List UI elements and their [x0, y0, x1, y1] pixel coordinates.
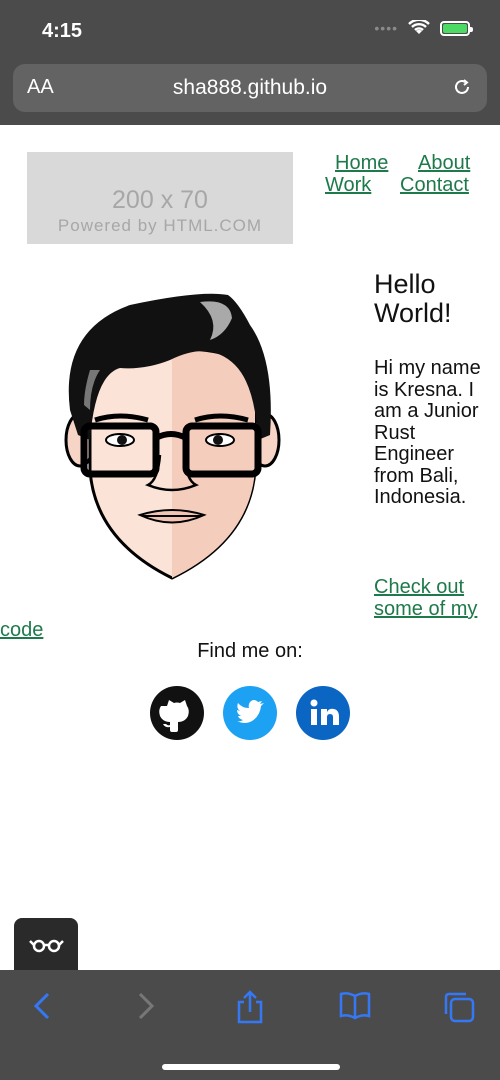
wifi-icon: [408, 20, 430, 34]
url-text[interactable]: sha888.github.io: [13, 76, 487, 100]
tabs-icon[interactable]: [442, 990, 476, 1024]
twitter-icon: [223, 686, 277, 740]
reader-mode-button[interactable]: [14, 918, 78, 970]
check-out-link-line-3[interactable]: code: [0, 619, 43, 641]
back-icon[interactable]: [30, 990, 54, 1022]
glasses-icon: [29, 939, 64, 953]
home-indicator: [162, 1064, 340, 1070]
bio-text: Hi my name is Kresna. I am a Junior Rust…: [374, 357, 481, 508]
nav-contact-link[interactable]: Contact: [400, 174, 469, 197]
battery-icon: [440, 20, 473, 36]
hello-line-2: World!: [374, 298, 452, 328]
banner-dimensions: 200 x 70: [112, 186, 208, 214]
linkedin-link[interactable]: [296, 686, 350, 740]
avatar-illustration: [64, 293, 281, 580]
forward-icon[interactable]: [134, 990, 158, 1022]
banner-powered-by: Powered by HTML.COM: [57, 216, 263, 235]
github-link[interactable]: [150, 686, 204, 740]
status-indicators: ••••: [374, 20, 473, 36]
bookmarks-icon[interactable]: [338, 990, 372, 1020]
address-bar[interactable]: AA sha888.github.io: [13, 64, 487, 112]
find-me-label: Find me on:: [197, 640, 303, 662]
check-out-link-line-1[interactable]: Check out: [374, 576, 464, 598]
github-icon: [150, 686, 204, 740]
twitter-link[interactable]: [223, 686, 277, 740]
hello-heading: Hello World!: [374, 270, 452, 328]
nav-home-link[interactable]: Home: [335, 152, 388, 175]
signal-icon: ••••: [374, 20, 398, 36]
nav-work-link[interactable]: Work: [325, 174, 371, 197]
nav-about-link[interactable]: About: [418, 152, 470, 175]
hello-line-1: Hello: [374, 269, 436, 299]
reload-icon[interactable]: [451, 76, 473, 103]
status-time: 4:15: [42, 20, 83, 42]
check-out-link-line-2[interactable]: some of my: [374, 598, 477, 620]
placeholder-banner: 200 x 70 Powered by HTML.COM: [27, 152, 293, 244]
browser-top-bar: 4:15 •••• AA sha888.github.io: [0, 0, 500, 125]
share-icon[interactable]: [236, 990, 264, 1024]
linkedin-icon: [296, 686, 350, 740]
